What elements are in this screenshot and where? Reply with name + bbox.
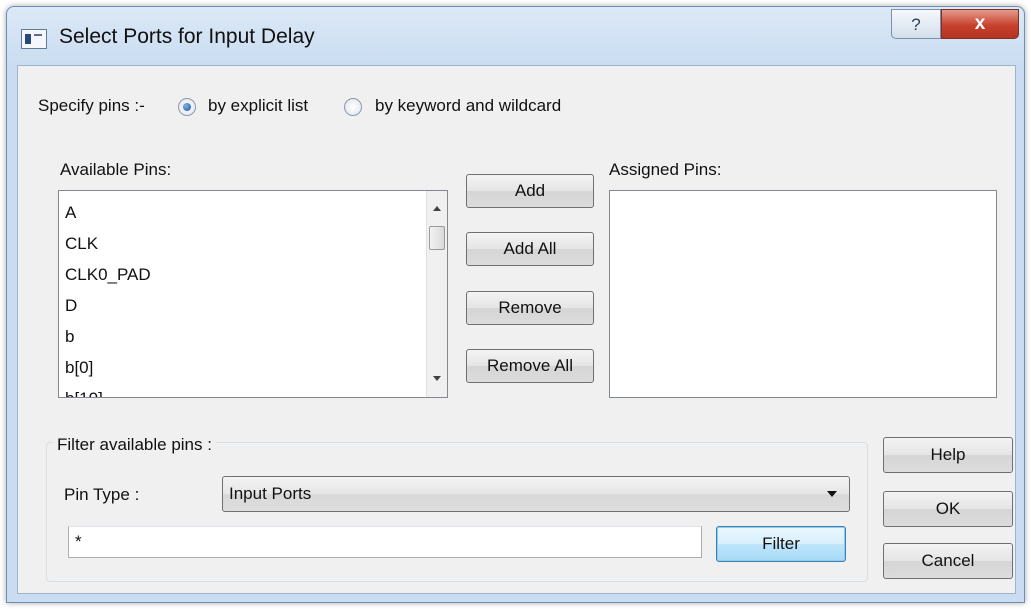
available-pins-label: Available Pins: — [60, 160, 172, 179]
remove-all-button[interactable]: Remove All — [466, 349, 594, 383]
question-icon: ? — [911, 15, 921, 34]
list-item[interactable]: CLK0_PAD — [59, 259, 447, 290]
remove-button[interactable]: Remove — [466, 291, 594, 325]
pin-type-label: Pin Type : — [64, 485, 140, 504]
radio-keyword-wildcard[interactable] — [344, 98, 362, 116]
radio-explicit-list-label[interactable]: by explicit list — [208, 96, 308, 116]
add-button[interactable]: Add — [466, 174, 594, 208]
add-all-button[interactable]: Add All — [466, 232, 594, 266]
chevron-down-icon — [827, 491, 837, 497]
scrollbar-thumb[interactable] — [429, 226, 445, 250]
available-pins-scrollbar[interactable] — [426, 191, 447, 397]
radio-explicit-list[interactable] — [178, 98, 196, 116]
list-item[interactable]: D — [59, 290, 447, 321]
title-bar[interactable]: Select Ports for Input Delay ? x — [7, 7, 1024, 65]
ok-button[interactable]: OK — [883, 491, 1013, 527]
filter-button[interactable]: Filter — [716, 526, 846, 562]
arrow-down-icon[interactable] — [433, 376, 441, 381]
specify-pins-label: Specify pins :- — [38, 96, 145, 115]
dialog-app-icon — [21, 29, 47, 49]
list-item[interactable]: CLK — [59, 228, 447, 259]
available-pins-list[interactable]: A CLK CLK0_PAD D b b[0] b[10] — [58, 190, 448, 398]
help-title-button[interactable]: ? — [891, 9, 941, 39]
filter-group-title: Filter available pins : — [53, 435, 216, 455]
close-button[interactable]: x — [941, 9, 1019, 39]
dialog-window: Select Ports for Input Delay ? x Specify… — [6, 6, 1025, 603]
list-item[interactable]: b[10] — [59, 383, 447, 397]
close-icon: x — [974, 13, 986, 34]
list-item[interactable]: A — [59, 197, 447, 228]
dialog-title: Select Ports for Input Delay — [59, 25, 315, 48]
dialog-client-area: Specify pins :- by explicit list by keyw… — [17, 65, 1016, 594]
filter-pattern-input[interactable]: * — [68, 526, 702, 558]
pin-type-value: Input Ports — [229, 484, 312, 503]
list-item[interactable]: b — [59, 321, 447, 352]
assigned-pins-label: Assigned Pins: — [609, 160, 722, 179]
help-button[interactable]: Help — [883, 437, 1013, 473]
radio-keyword-wildcard-label[interactable]: by keyword and wildcard — [375, 96, 561, 116]
cancel-button[interactable]: Cancel — [883, 543, 1013, 579]
pin-type-select[interactable]: Input Ports — [222, 476, 850, 512]
list-item[interactable]: b[0] — [59, 352, 447, 383]
arrow-up-icon[interactable] — [433, 206, 441, 211]
assigned-pins-list[interactable] — [609, 190, 997, 398]
